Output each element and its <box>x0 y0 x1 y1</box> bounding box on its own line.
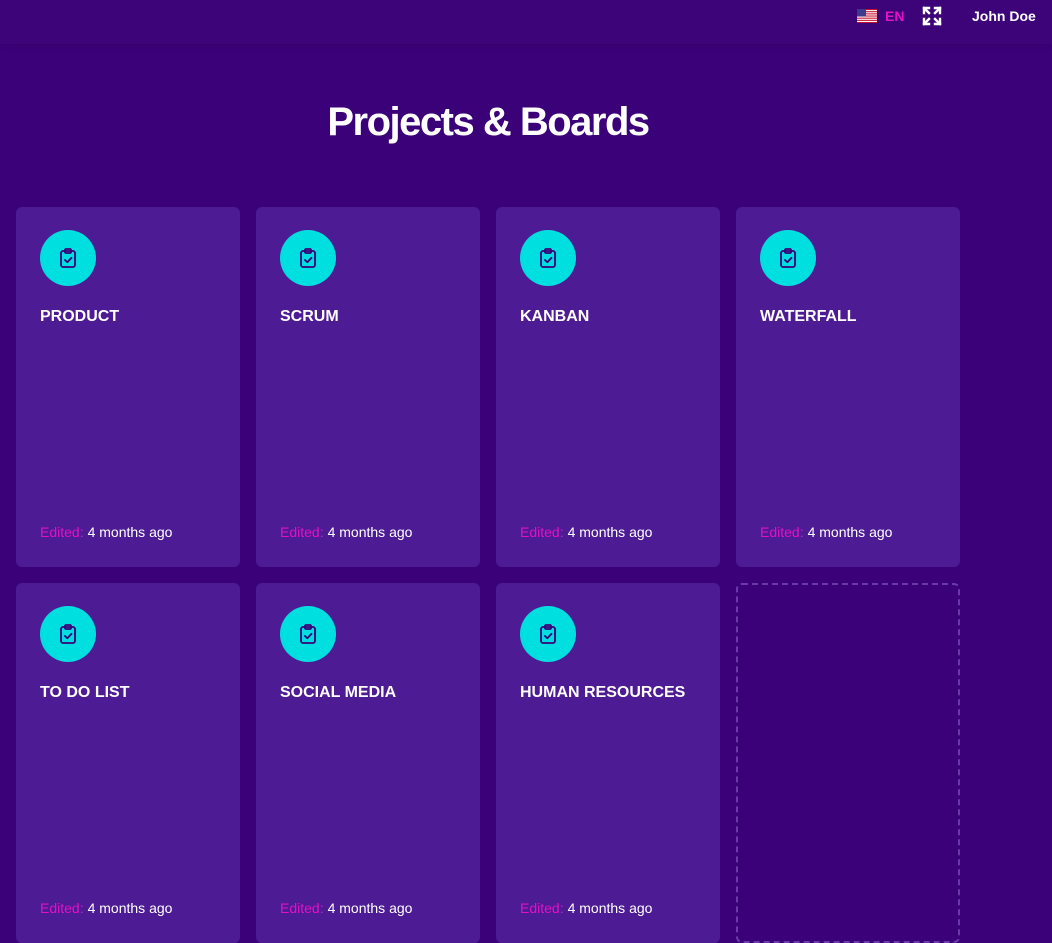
edited-value: 4 months ago <box>327 524 413 540</box>
board-title: SCRUM <box>280 308 339 325</box>
board-edited-info: Edited: 4 months ago <box>760 524 892 540</box>
clipboard-check-icon <box>780 248 796 268</box>
board-title: WATERFALL <box>760 308 857 325</box>
add-board-placeholder[interactable] <box>736 583 960 943</box>
edited-label: Edited: <box>280 900 324 916</box>
edited-label: Edited: <box>760 524 804 540</box>
user-name[interactable]: John Doe <box>972 8 1036 24</box>
clipboard-check-icon <box>540 248 556 268</box>
board-card[interactable]: PRODUCT Edited: 4 months ago <box>16 207 240 567</box>
fullscreen-icon[interactable] <box>922 6 942 26</box>
edited-label: Edited: <box>40 900 84 916</box>
edited-value: 4 months ago <box>807 524 893 540</box>
board-icon-circle <box>40 606 96 662</box>
board-edited-info: Edited: 4 months ago <box>520 900 652 916</box>
top-bar: EN John Doe <box>0 0 1052 44</box>
clipboard-check-icon <box>60 624 76 644</box>
board-card[interactable]: KANBAN Edited: 4 months ago <box>496 207 720 567</box>
us-flag-icon <box>857 9 877 23</box>
edited-label: Edited: <box>520 524 564 540</box>
language-code: EN <box>885 8 905 24</box>
edited-value: 4 months ago <box>567 524 653 540</box>
board-icon-circle <box>760 230 816 286</box>
board-card[interactable]: HUMAN RESOURCES Edited: 4 months ago <box>496 583 720 943</box>
board-title: KANBAN <box>520 308 590 325</box>
board-title: PRODUCT <box>40 308 120 325</box>
board-icon-circle <box>520 606 576 662</box>
edited-label: Edited: <box>280 524 324 540</box>
edited-value: 4 months ago <box>87 524 173 540</box>
edited-value: 4 months ago <box>567 900 653 916</box>
board-card[interactable]: SOCIAL MEDIA Edited: 4 months ago <box>256 583 480 943</box>
clipboard-check-icon <box>540 624 556 644</box>
board-edited-info: Edited: 4 months ago <box>280 900 412 916</box>
clipboard-check-icon <box>300 624 316 644</box>
board-icon-circle <box>280 230 336 286</box>
clipboard-check-icon <box>300 248 316 268</box>
edited-value: 4 months ago <box>327 900 413 916</box>
board-edited-info: Edited: 4 months ago <box>520 524 652 540</box>
board-icon-circle <box>520 230 576 286</box>
edited-label: Edited: <box>40 524 84 540</box>
board-title: TO DO LIST <box>40 684 130 701</box>
clipboard-check-icon <box>60 248 76 268</box>
board-icon-circle <box>40 230 96 286</box>
board-title: HUMAN RESOURCES <box>520 684 686 701</box>
edited-label: Edited: <box>520 900 564 916</box>
board-title: SOCIAL MEDIA <box>280 684 397 701</box>
board-card[interactable]: WATERFALL Edited: 4 months ago <box>736 207 960 567</box>
board-card[interactable]: SCRUM Edited: 4 months ago <box>256 207 480 567</box>
board-edited-info: Edited: 4 months ago <box>280 524 412 540</box>
page-title: Projects & Boards <box>327 100 650 144</box>
board-card[interactable]: TO DO LIST Edited: 4 months ago <box>16 583 240 943</box>
board-icon-circle <box>280 606 336 662</box>
language-selector[interactable]: EN <box>857 7 904 25</box>
board-edited-info: Edited: 4 months ago <box>40 524 172 540</box>
board-edited-info: Edited: 4 months ago <box>40 900 172 916</box>
edited-value: 4 months ago <box>87 900 173 916</box>
